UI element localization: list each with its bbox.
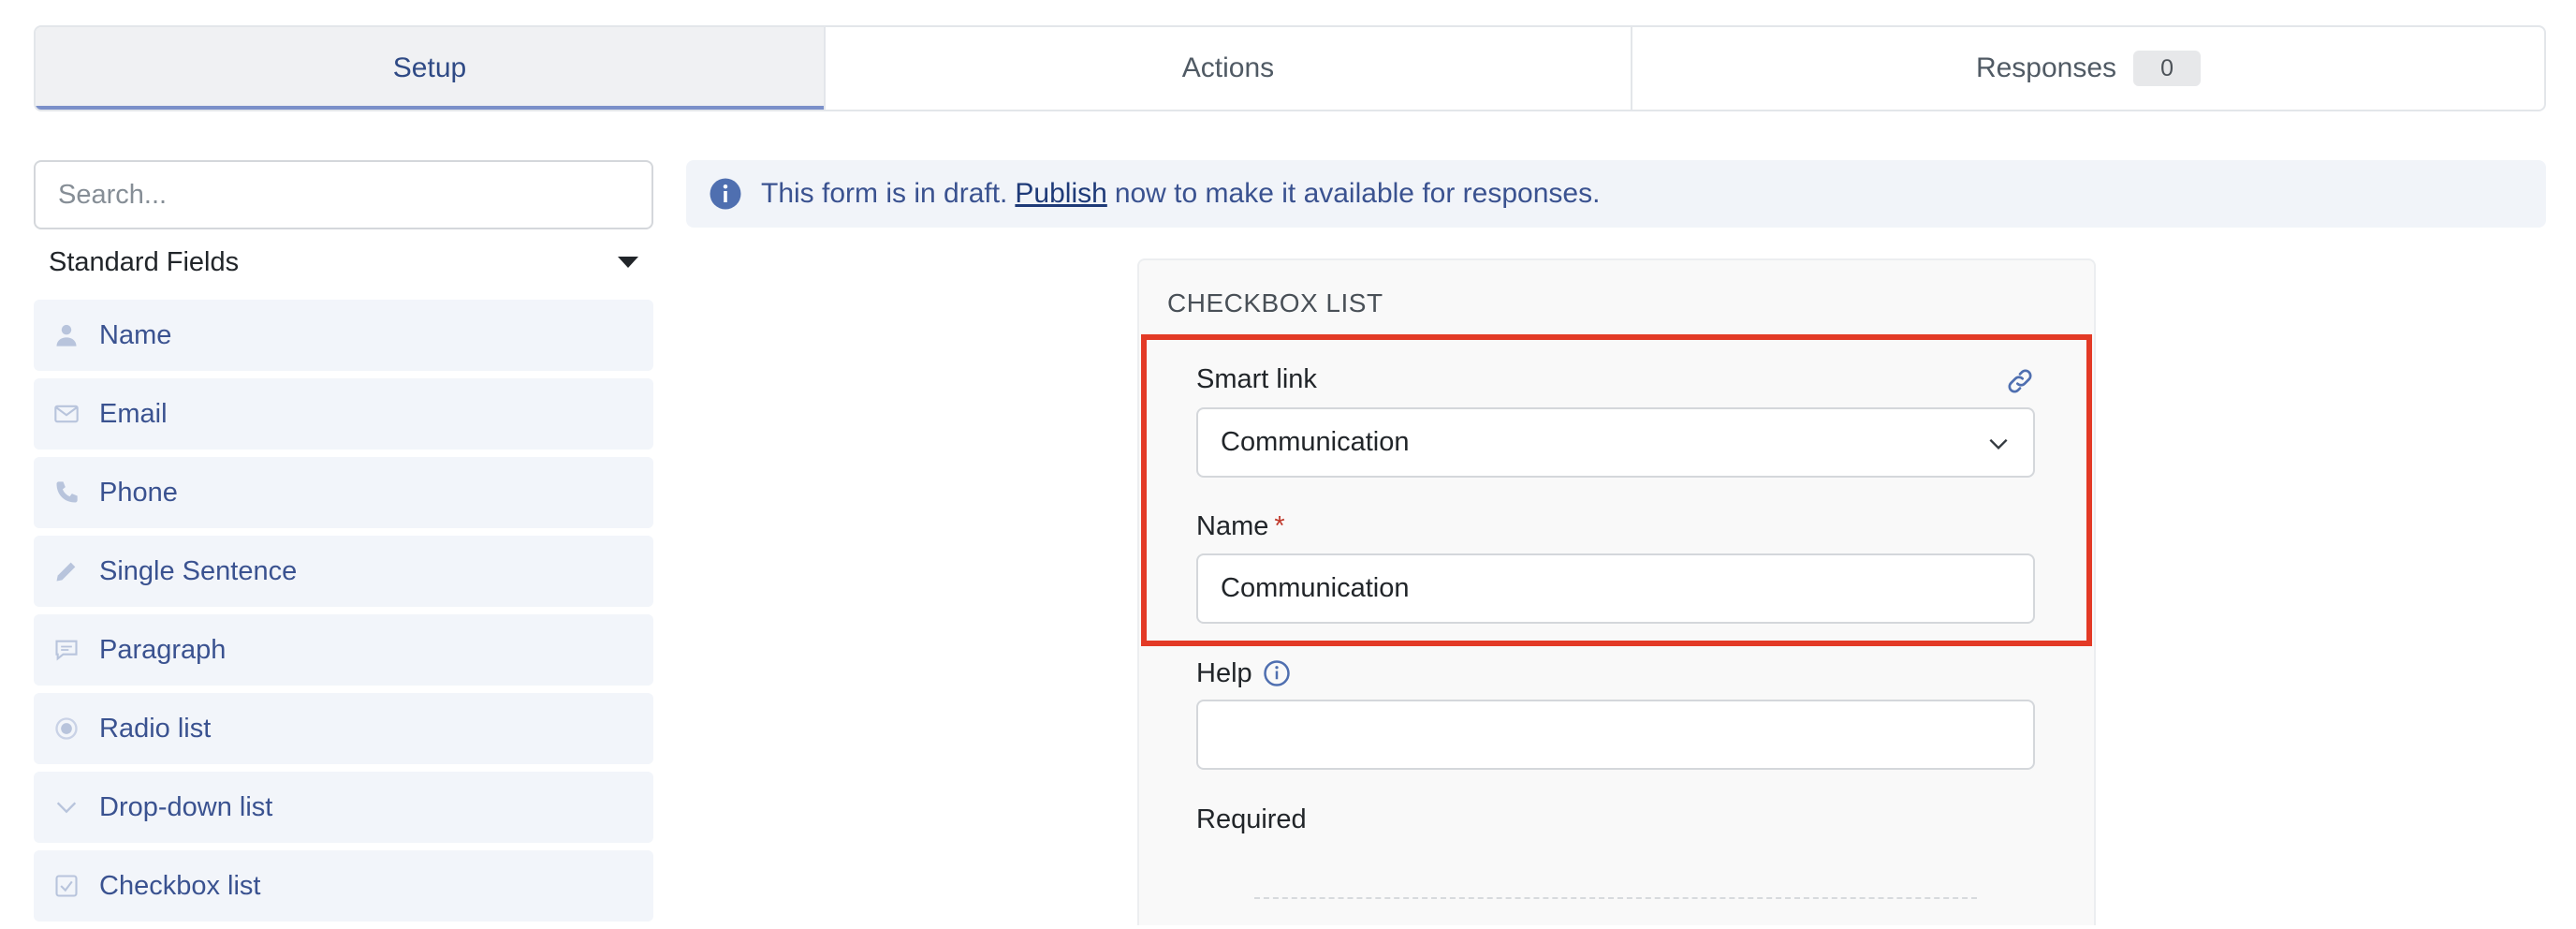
info-icon [710,178,741,210]
responses-count-badge: 0 [2133,51,2202,86]
field-item-checkbox-list[interactable]: Checkbox list [34,850,653,922]
radio-icon [34,715,99,742]
required-label: Required [1196,804,1307,834]
field-item-phone[interactable]: Phone [34,457,653,528]
phone-icon [34,479,99,506]
tab-responses[interactable]: Responses 0 [1631,27,2544,110]
person-icon [34,322,99,348]
field-item-label: Email [99,398,168,429]
field-item-label: Single Sentence [99,555,298,586]
help-label: Help [1196,658,1252,688]
field-item-paragraph[interactable]: Paragraph [34,614,653,686]
required-asterisk: * [1274,511,1285,541]
field-item-radio-list[interactable]: Radio list [34,693,653,764]
field-item-label: Radio list [99,713,212,744]
field-item-email[interactable]: Email [34,378,653,450]
draft-info-banner: This form is in draft. Publish now to ma… [686,160,2546,228]
name-field-value: Communication [1221,573,1410,603]
speech-bubble-icon [34,637,99,663]
field-item-label: Paragraph [99,634,227,665]
standard-fields-title: Standard Fields [49,246,240,277]
banner-text-before: This form is in draft. [761,178,1008,209]
field-item-single-sentence[interactable]: Single Sentence [34,536,653,607]
chevron-down-icon [34,794,99,820]
tab-setup-label: Setup [392,52,467,83]
field-item-label: Phone [99,477,178,508]
info-circle-icon[interactable] [1263,659,1291,687]
tab-actions[interactable]: Actions [824,27,1631,110]
standard-fields-toggle[interactable]: Standard Fields [49,242,638,283]
tab-bar: Setup Actions Responses 0 [34,25,2546,111]
field-item-label: Drop-down list [99,791,273,822]
tab-actions-label: Actions [1181,52,1275,83]
pencil-icon [34,558,99,584]
field-item-label: Checkbox list [99,870,261,901]
field-item-name[interactable]: Name [34,300,653,371]
banner-text-after: now to make it available for responses. [1114,178,1601,209]
name-label: Name * [1196,511,1285,542]
chevron-down-icon [1989,438,2008,450]
field-item-label: Name [99,319,172,350]
search-placeholder: Search... [58,179,168,210]
caret-down-icon [618,257,638,268]
name-label-text: Name [1196,511,1269,541]
publish-link[interactable]: Publish [1015,178,1106,210]
field-item-drop-down-list[interactable]: Drop-down list [34,772,653,843]
help-field[interactable] [1196,700,2035,770]
search-input[interactable]: Search... [34,160,653,229]
panel-title: CHECKBOX LIST [1167,288,1383,317]
field-list: Name Email Phone Single Sentence Paragra… [34,300,653,929]
tab-setup[interactable]: Setup [36,27,824,110]
smart-link-label: Smart link [1196,364,1317,394]
smart-link-value: Communication [1221,427,1410,457]
smart-link-select[interactable]: Communication [1196,407,2035,478]
envelope-icon [34,401,99,427]
link-icon[interactable] [2005,366,2035,396]
name-field[interactable]: Communication [1196,553,2035,624]
checkbox-icon [34,873,99,899]
tab-responses-label: Responses [1975,52,2117,83]
divider [1254,897,1977,899]
